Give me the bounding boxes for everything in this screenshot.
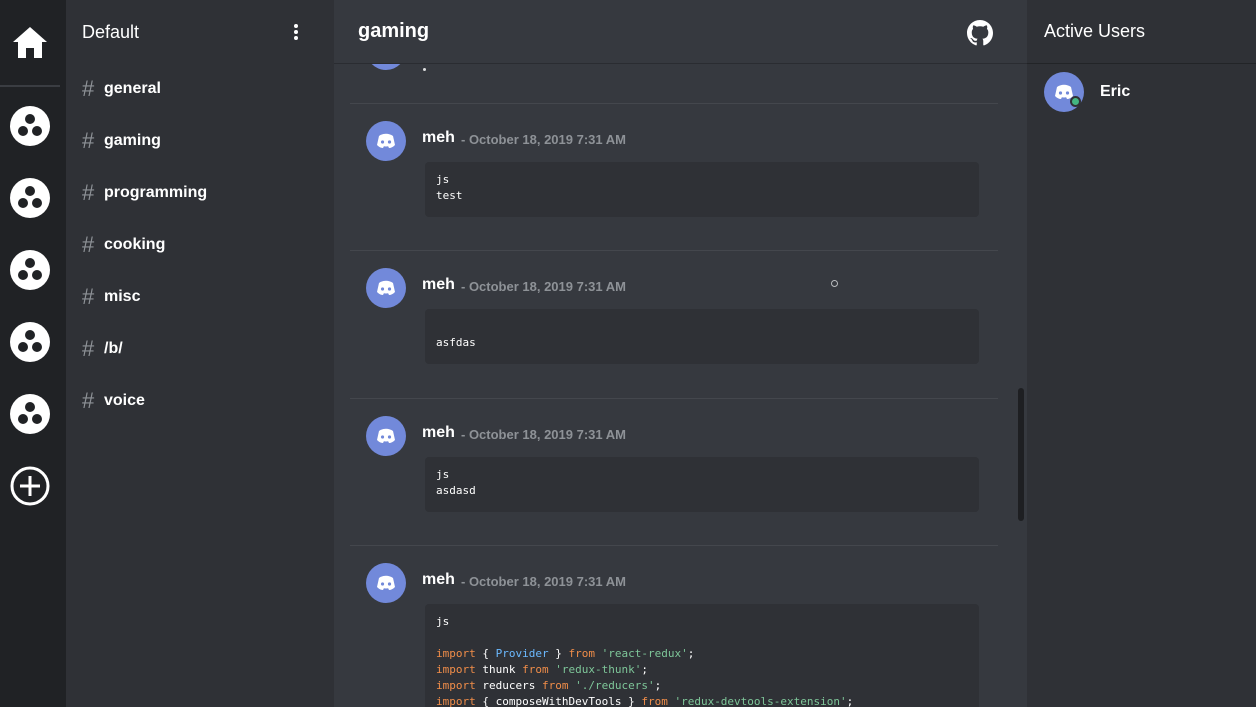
code-block: js test (425, 162, 979, 217)
channel-name: general (104, 80, 161, 97)
message-list[interactable]: meh - October 18, 2019 7:31 AM js test m… (334, 64, 1027, 707)
message-divider (350, 545, 998, 546)
discord-avatar-icon[interactable] (366, 416, 406, 456)
scrollbar-thumb[interactable] (1018, 388, 1024, 521)
user-item[interactable]: Eric (1044, 72, 1130, 112)
server-icon-3[interactable] (10, 250, 50, 290)
channel-item-programming[interactable]: # programming (82, 178, 207, 208)
hash-icon: # (82, 128, 95, 153)
code-line: js (436, 615, 450, 628)
hash-icon: # (82, 76, 95, 101)
message-author[interactable]: meh (422, 571, 455, 589)
active-users-panel: Active Users Eric (1027, 0, 1256, 707)
channel-item-gaming[interactable]: # gaming (82, 126, 161, 156)
channel-item-b[interactable]: # /b/ (82, 334, 123, 364)
message-author[interactable]: meh (422, 276, 455, 294)
hash-icon: # (82, 284, 95, 309)
channel-item-cooking[interactable]: # cooking (82, 230, 165, 260)
channel-title: gaming (358, 20, 430, 42)
message-timestamp: - October 18, 2019 7:31 AM (461, 574, 626, 589)
message-divider (350, 103, 998, 104)
hash-icon: # (82, 388, 95, 413)
truncated-text-dot (423, 68, 426, 71)
message-author[interactable]: meh (422, 129, 455, 147)
server-rail (0, 0, 66, 707)
users-header: Active Users (1027, 0, 1256, 64)
code-line: asdasd (436, 484, 476, 497)
channel-name: voice (104, 392, 145, 409)
home-icon[interactable] (10, 22, 50, 62)
code-line: test (436, 189, 463, 202)
message-timestamp: - October 18, 2019 7:31 AM (461, 132, 626, 147)
server-header: Default (66, 0, 334, 64)
discord-avatar-icon (366, 64, 406, 70)
message-timestamp: - October 18, 2019 7:31 AM (461, 279, 626, 294)
code-line: import reducers from './reducers'; (436, 679, 662, 692)
channel-item-misc[interactable]: # misc (82, 282, 140, 312)
code-block: js import { Provider } from 'react-redux… (425, 604, 979, 707)
discord-avatar-icon[interactable] (366, 268, 406, 308)
code-block: js asdasd (425, 457, 979, 512)
hash-icon: # (82, 180, 95, 205)
channel-sidebar: Default # general # gaming # programming… (66, 0, 334, 707)
code-block: asfdas (425, 309, 979, 364)
server-icon-4[interactable] (10, 322, 50, 362)
server-icon-5[interactable] (10, 394, 50, 434)
discord-avatar-icon[interactable] (366, 563, 406, 603)
channel-name: cooking (104, 236, 166, 253)
hash-icon: # (82, 336, 95, 361)
code-line: import { Provider } from 'react-redux'; (436, 647, 695, 660)
rail-separator (0, 85, 60, 87)
code-line: js (436, 173, 450, 186)
channel-name: gaming (104, 132, 161, 149)
code-line: asfdas (436, 336, 476, 349)
mouse-cursor (831, 280, 838, 287)
channel-name: misc (104, 288, 141, 305)
kebab-menu-icon[interactable] (286, 22, 306, 42)
code-line: js (436, 468, 450, 481)
message-divider (350, 398, 998, 399)
github-icon[interactable] (967, 20, 993, 46)
hash-icon: # (82, 232, 95, 257)
message-timestamp: - October 18, 2019 7:31 AM (461, 427, 626, 442)
users-title: Active Users (1044, 21, 1146, 41)
code-line: import { composeWithDevTools } from 'red… (436, 695, 854, 707)
channel-item-voice[interactable]: # voice (82, 386, 145, 416)
channel-name: /b/ (104, 340, 123, 357)
discord-avatar-icon (1044, 72, 1084, 112)
code-line: import thunk from 'redux-thunk'; (436, 663, 648, 676)
add-server-icon[interactable] (10, 466, 50, 506)
server-icon-2[interactable] (10, 178, 50, 218)
online-status-dot (1070, 96, 1081, 107)
message-divider (350, 250, 998, 251)
chat-header: gaming (334, 0, 1027, 64)
channel-item-general[interactable]: # general (82, 74, 161, 104)
message-author[interactable]: meh (422, 424, 455, 442)
channel-name: programming (104, 184, 208, 201)
chat-main: gaming meh - October 18, 2019 7:31 AM js… (334, 0, 1027, 707)
user-name: Eric (1100, 83, 1131, 100)
server-icon-1[interactable] (10, 106, 50, 146)
server-name: Default (82, 21, 140, 42)
discord-avatar-icon[interactable] (366, 121, 406, 161)
